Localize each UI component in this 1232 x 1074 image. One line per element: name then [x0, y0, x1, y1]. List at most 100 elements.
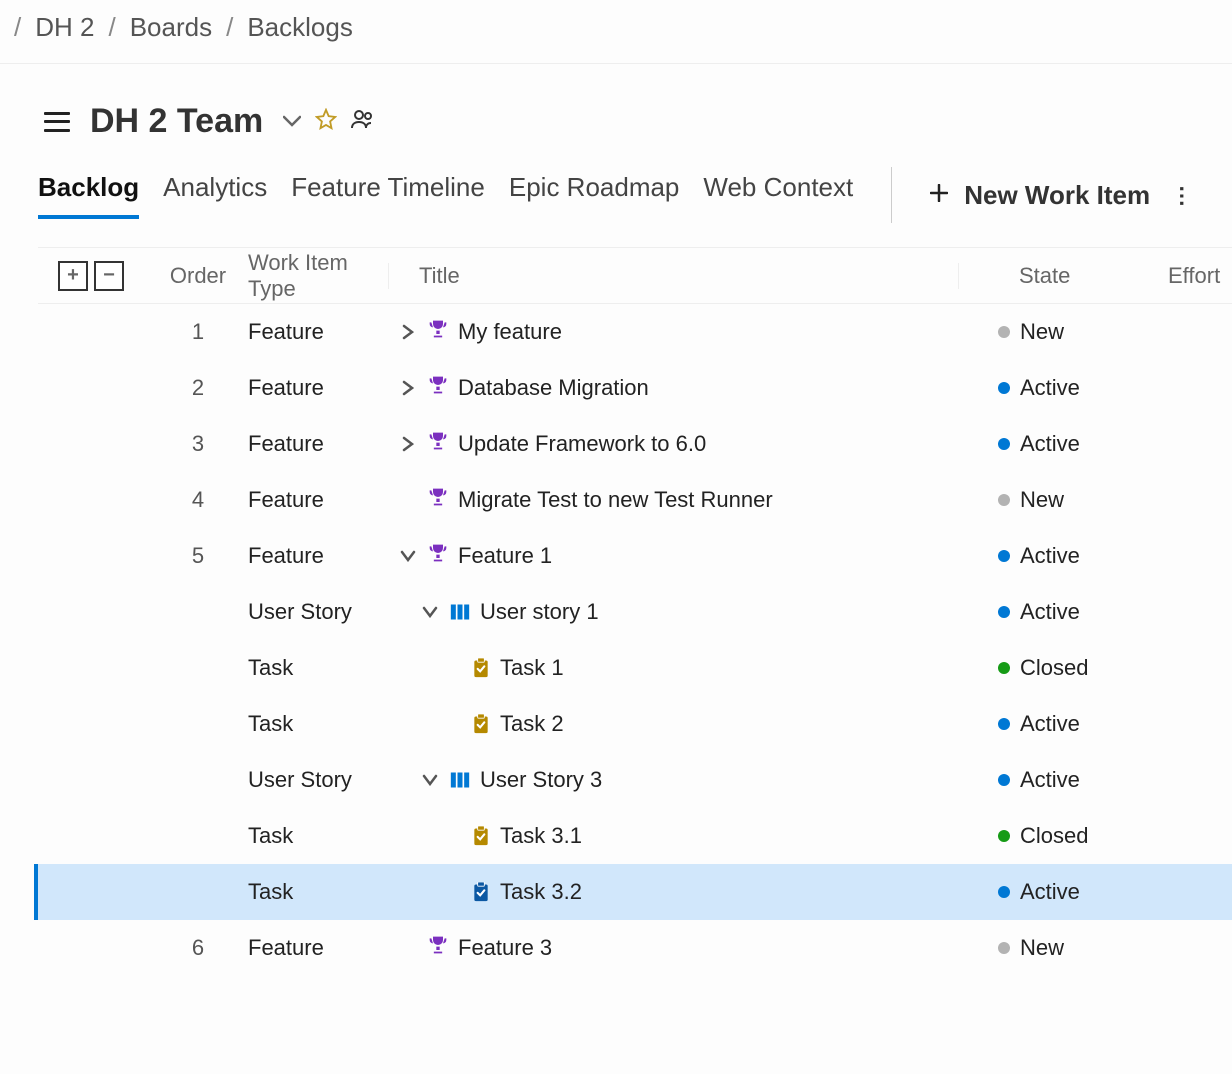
- state-dot-icon: [998, 326, 1010, 338]
- chevron-down-icon[interactable]: [420, 606, 440, 618]
- clipboard-icon: [472, 714, 490, 734]
- trophy-icon: [428, 431, 448, 457]
- cell-type: Feature: [248, 543, 388, 569]
- cell-order: 1: [148, 319, 248, 345]
- clipboard-icon: [472, 882, 490, 902]
- cell-state: Active: [1020, 431, 1080, 457]
- work-item-title[interactable]: User Story 3: [480, 767, 602, 793]
- tab-backlog[interactable]: Backlog: [38, 172, 139, 219]
- trophy-icon: [428, 935, 448, 961]
- trophy-icon: [428, 375, 448, 401]
- work-item-title[interactable]: Task 2: [500, 711, 564, 737]
- table-row[interactable]: Task Task 3.1 Closed: [38, 808, 1232, 864]
- cell-type: User Story: [248, 767, 388, 793]
- work-item-title[interactable]: My feature: [458, 319, 562, 345]
- cell-state: Closed: [1020, 823, 1088, 849]
- work-item-title[interactable]: Feature 3: [458, 935, 552, 961]
- breadcrumb-sep-icon: /: [226, 12, 233, 43]
- cell-state: Active: [1020, 879, 1080, 905]
- cell-type: Feature: [248, 487, 388, 513]
- table-row[interactable]: 4FeatureMigrate Test to new Test RunnerN…: [38, 472, 1232, 528]
- cell-state: Active: [1020, 375, 1080, 401]
- cell-state: Active: [1020, 543, 1080, 569]
- chevron-right-icon[interactable]: [398, 380, 418, 396]
- cell-type: Feature: [248, 431, 388, 457]
- col-header-order[interactable]: Order: [148, 263, 248, 289]
- cell-order: 5: [148, 543, 248, 569]
- chevron-right-icon[interactable]: [398, 324, 418, 340]
- tab-analytics[interactable]: Analytics: [163, 172, 267, 219]
- cell-type: Feature: [248, 319, 388, 345]
- work-item-title[interactable]: Feature 1: [458, 543, 552, 569]
- cell-order: 3: [148, 431, 248, 457]
- state-dot-icon: [998, 438, 1010, 450]
- state-dot-icon: [998, 494, 1010, 506]
- state-dot-icon: [998, 662, 1010, 674]
- table-row[interactable]: 5Feature Feature 1 Active: [38, 528, 1232, 584]
- cell-type: Feature: [248, 375, 388, 401]
- expand-all-button[interactable]: +: [58, 261, 88, 291]
- cell-type: Task: [248, 711, 388, 737]
- work-item-title[interactable]: Task 3.2: [500, 879, 582, 905]
- trophy-icon: [428, 319, 448, 345]
- table-row[interactable]: User Story User Story 3 Active: [38, 752, 1232, 808]
- cell-type: Task: [248, 655, 388, 681]
- tab-epic-roadmap[interactable]: Epic Roadmap: [509, 172, 680, 219]
- col-header-title[interactable]: Title: [388, 263, 958, 289]
- work-item-title[interactable]: Migrate Test to new Test Runner: [458, 487, 773, 513]
- table-row[interactable]: Task Task 3.2 Active: [34, 864, 1232, 920]
- trophy-icon: [428, 487, 448, 513]
- book-icon: [450, 771, 470, 789]
- cell-state: Active: [1020, 767, 1080, 793]
- work-item-title[interactable]: Database Migration: [458, 375, 649, 401]
- table-row[interactable]: 2FeatureDatabase MigrationActive: [38, 360, 1232, 416]
- chevron-right-icon[interactable]: [398, 436, 418, 452]
- tab-feature-timeline[interactable]: Feature Timeline: [291, 172, 485, 219]
- work-item-title[interactable]: Task 1: [500, 655, 564, 681]
- breadcrumb-item[interactable]: Boards: [130, 12, 212, 43]
- menu-icon[interactable]: [44, 112, 70, 132]
- book-icon: [450, 603, 470, 621]
- cell-type: Task: [248, 879, 388, 905]
- work-item-title[interactable]: User story 1: [480, 599, 599, 625]
- clipboard-icon: [472, 826, 490, 846]
- table-row[interactable]: 1Feature My feature New: [38, 304, 1232, 360]
- trophy-icon: [428, 543, 448, 569]
- col-header-effort[interactable]: Effort: [1158, 263, 1232, 289]
- tab-web-context[interactable]: Web Context: [703, 172, 853, 219]
- table-row[interactable]: User Story User story 1 Active: [38, 584, 1232, 640]
- favorite-star-icon[interactable]: [315, 108, 337, 136]
- table-row[interactable]: 3Feature Update Framework to 6.0 Active: [38, 416, 1232, 472]
- cell-state: Active: [1020, 599, 1080, 625]
- breadcrumb-sep-icon: /: [108, 12, 115, 43]
- team-switcher-chevron-icon[interactable]: [283, 111, 301, 132]
- state-dot-icon: [998, 550, 1010, 562]
- breadcrumb-item[interactable]: DH 2: [35, 12, 94, 43]
- work-item-title[interactable]: Update Framework to 6.0: [458, 431, 706, 457]
- divider: [891, 167, 892, 223]
- chevron-down-icon[interactable]: [398, 550, 418, 562]
- table-header-row: + − Order Work Item Type Title State Eff…: [38, 248, 1232, 304]
- cell-state: New: [1020, 935, 1064, 961]
- table-row[interactable]: Task Task 2 Active: [38, 696, 1232, 752]
- cell-type: Task: [248, 823, 388, 849]
- work-item-title[interactable]: Task 3.1: [500, 823, 582, 849]
- table-row[interactable]: 6FeatureFeature 3New: [38, 920, 1232, 976]
- col-header-state[interactable]: State: [958, 263, 1158, 289]
- cell-state: Active: [1020, 711, 1080, 737]
- cell-state: Closed: [1020, 655, 1088, 681]
- table-row[interactable]: Task Task 1 Closed: [38, 640, 1232, 696]
- state-dot-icon: [998, 774, 1010, 786]
- cell-state: New: [1020, 319, 1064, 345]
- state-dot-icon: [998, 830, 1010, 842]
- new-work-item-button[interactable]: New Work Item: [930, 180, 1150, 211]
- people-icon[interactable]: [351, 109, 375, 134]
- plus-icon: [930, 182, 948, 208]
- chevron-down-icon[interactable]: [420, 774, 440, 786]
- more-options-icon[interactable]: ⋯: [1169, 185, 1195, 205]
- col-header-type[interactable]: Work Item Type: [248, 250, 388, 302]
- state-dot-icon: [998, 942, 1010, 954]
- cell-type: User Story: [248, 599, 388, 625]
- collapse-all-button[interactable]: −: [94, 261, 124, 291]
- breadcrumb-item[interactable]: Backlogs: [247, 12, 353, 43]
